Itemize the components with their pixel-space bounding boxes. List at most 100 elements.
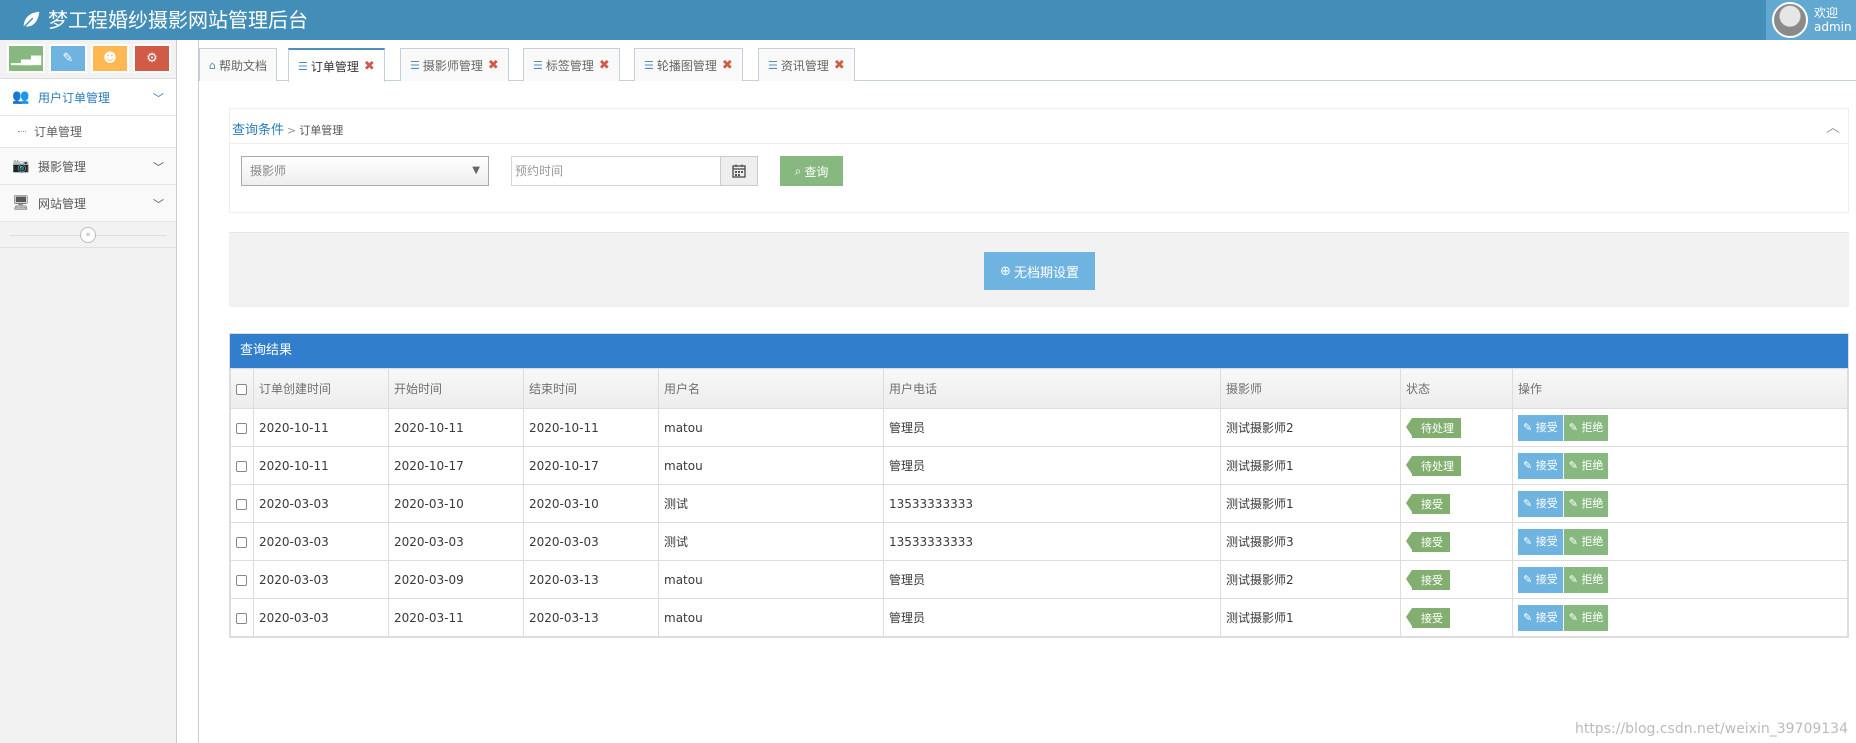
- row-checkbox[interactable]: [236, 422, 247, 434]
- select-all-checkbox[interactable]: [236, 383, 247, 395]
- stats-shortcut-button[interactable]: ▁▃▅: [7, 44, 45, 73]
- stats-icon: ▁▃▅: [11, 51, 41, 66]
- close-icon[interactable]: ✖: [488, 58, 499, 73]
- tab-tags[interactable]: ☰ 标签管理 ✖: [523, 48, 620, 81]
- accept-button[interactable]: ✎ 接受: [1518, 414, 1563, 441]
- sidebar-item-order-management[interactable]: 订单管理: [0, 116, 176, 148]
- col-created[interactable]: 订单创建时间: [253, 368, 389, 409]
- sliders-icon: ☰: [410, 58, 420, 72]
- row-checkbox[interactable]: [236, 574, 247, 586]
- top-navbar: 梦工程婚纱摄影网站管理后台 欢迎 admin: [0, 0, 1856, 40]
- chevron-down-icon: ﹀: [153, 161, 164, 174]
- edit-icon: ✎: [1568, 610, 1578, 624]
- users-icon: 👥: [12, 89, 30, 105]
- user-menu[interactable]: 欢迎 admin: [1766, 0, 1856, 40]
- table-row: 2020-03-03 2020-03-09 2020-03-13 matou 管…: [230, 560, 1848, 599]
- edit-icon: ✎: [1568, 420, 1578, 434]
- leaf-icon: [23, 11, 40, 28]
- results-panel: 查询结果 订单创建时间 开始时间 结束时间 用户名 用户电话 摄影师 状态 操作: [229, 333, 1849, 638]
- nonschedule-settings-button[interactable]: ⊕ 无档期设置: [984, 252, 1095, 290]
- tab-news[interactable]: ☰ 资讯管理 ✖: [758, 48, 855, 81]
- breadcrumb-current: 订单管理: [299, 124, 344, 137]
- caret-down-icon: ▼: [472, 165, 480, 176]
- row-checkbox[interactable]: [236, 460, 247, 472]
- edit-icon: ✎: [1523, 458, 1533, 472]
- cogs-shortcut-button[interactable]: ⚙: [133, 44, 171, 73]
- users-shortcut-button[interactable]: ☻: [91, 44, 129, 73]
- status-badge: 接受: [1406, 531, 1450, 552]
- close-icon[interactable]: ✖: [722, 58, 733, 73]
- table-row: 2020-10-11 2020-10-11 2020-10-11 matou 管…: [230, 408, 1848, 447]
- sidebar-item-photography[interactable]: 📷 摄影管理 ﹀: [0, 148, 176, 185]
- user-name: admin: [1814, 20, 1852, 34]
- accept-button[interactable]: ✎ 接受: [1518, 490, 1563, 517]
- row-checkbox[interactable]: [236, 536, 247, 548]
- sidebar: ▁▃▅ ✎ ☻ ⚙ 👥 用户订单管理 ﹀ 订单管理 📷 摄影管理 ﹀ 🖥 网站管…: [0, 40, 177, 743]
- reject-button[interactable]: ✎ 拒绝: [1563, 528, 1609, 555]
- results-title: 查询结果: [230, 334, 1848, 368]
- orders-table-body: 2020-10-11 2020-10-11 2020-10-11 matou 管…: [230, 408, 1848, 637]
- tab-bar: ⌂ 帮助文档 ☰ 订单管理 ✖ ☰ 摄影师管理 ✖ ☰ 标签管理 ✖ ☰ 轮播图…: [199, 48, 1856, 82]
- nonschedule-panel: ⊕ 无档期设置: [229, 232, 1849, 307]
- pencil-icon: ✎: [62, 51, 74, 66]
- users-icon: ☻: [103, 51, 117, 66]
- col-end[interactable]: 结束时间: [523, 368, 659, 409]
- row-checkbox[interactable]: [236, 612, 247, 624]
- table-header-row: 订单创建时间 开始时间 结束时间 用户名 用户电话 摄影师 状态 操作: [230, 368, 1848, 409]
- status-badge: 待处理: [1406, 455, 1461, 476]
- chevron-up-icon[interactable]: ︿: [1826, 117, 1840, 137]
- pencil-shortcut-button[interactable]: ✎: [49, 44, 87, 73]
- orders-table: 订单创建时间 开始时间 结束时间 用户名 用户电话 摄影师 状态 操作 2020…: [230, 368, 1848, 637]
- col-phone[interactable]: 用户电话: [883, 368, 1221, 409]
- chevron-down-icon: ﹀: [153, 198, 164, 211]
- col-start[interactable]: 开始时间: [388, 368, 524, 409]
- reject-button[interactable]: ✎ 拒绝: [1563, 490, 1609, 517]
- col-photographer[interactable]: 摄影师: [1220, 368, 1401, 409]
- row-checkbox[interactable]: [236, 498, 247, 510]
- tab-orders[interactable]: ☰ 订单管理 ✖: [288, 48, 385, 82]
- tab-photographers[interactable]: ☰ 摄影师管理 ✖: [400, 48, 509, 81]
- calendar-icon[interactable]: [720, 156, 758, 186]
- edit-icon: ✎: [1568, 458, 1578, 472]
- tab-carousel[interactable]: ☰ 轮播图管理 ✖: [634, 48, 743, 81]
- col-status[interactable]: 状态: [1400, 368, 1513, 409]
- tab-help[interactable]: ⌂ 帮助文档: [199, 48, 277, 81]
- status-badge: 接受: [1406, 569, 1450, 590]
- accept-button[interactable]: ✎ 接受: [1518, 452, 1563, 479]
- plus-circle-icon: ⊕: [1000, 263, 1011, 279]
- app-title: 梦工程婚纱摄影网站管理后台: [48, 8, 308, 32]
- reject-button[interactable]: ✎ 拒绝: [1563, 566, 1609, 593]
- watermark: https://blog.csdn.net/weixin_39709134: [1574, 721, 1848, 737]
- collapse-toggle-icon[interactable]: «: [80, 227, 96, 243]
- accept-button[interactable]: ✎ 接受: [1518, 566, 1563, 593]
- edit-icon: ✎: [1568, 496, 1578, 510]
- appointment-date-input[interactable]: 预约时间: [511, 156, 721, 186]
- col-username[interactable]: 用户名: [658, 368, 884, 409]
- photographer-select[interactable]: 摄影师 ▼: [241, 156, 489, 186]
- table-row: 2020-03-03 2020-03-11 2020-03-13 matou 管…: [230, 598, 1848, 637]
- app-brand[interactable]: 梦工程婚纱摄影网站管理后台: [20, 6, 308, 34]
- table-row: 2020-10-11 2020-10-17 2020-10-17 matou 管…: [230, 446, 1848, 485]
- accept-button[interactable]: ✎ 接受: [1518, 604, 1563, 631]
- main-content: ⌂ 帮助文档 ☰ 订单管理 ✖ ☰ 摄影师管理 ✖ ☰ 标签管理 ✖ ☰ 轮播图…: [198, 40, 1856, 743]
- query-panel: 查询条件 > 订单管理 ︿ 摄影师 ▼ 预约时间 ⌕ 查询: [229, 108, 1849, 213]
- col-actions: 操作: [1512, 368, 1848, 409]
- close-icon[interactable]: ✖: [599, 58, 610, 73]
- search-button[interactable]: ⌕ 查询: [780, 156, 843, 186]
- sliders-icon: ☰: [644, 58, 654, 72]
- edit-icon: ✎: [1523, 610, 1533, 624]
- close-icon[interactable]: ✖: [834, 58, 845, 73]
- edit-icon: ✎: [1568, 534, 1578, 548]
- sidebar-item-website[interactable]: 🖥 网站管理 ﹀: [0, 185, 176, 222]
- edit-icon: ✎: [1523, 534, 1533, 548]
- sidebar-item-user-orders[interactable]: 👥 用户订单管理 ﹀: [0, 79, 176, 116]
- reject-button[interactable]: ✎ 拒绝: [1563, 452, 1609, 479]
- home-icon: ⌂: [209, 58, 216, 72]
- cogs-icon: ⚙: [146, 51, 158, 66]
- edit-icon: ✎: [1523, 572, 1533, 586]
- breadcrumb-root[interactable]: 查询条件: [232, 123, 284, 138]
- accept-button[interactable]: ✎ 接受: [1518, 528, 1563, 555]
- reject-button[interactable]: ✎ 拒绝: [1563, 604, 1609, 631]
- reject-button[interactable]: ✎ 拒绝: [1563, 414, 1609, 441]
- close-icon[interactable]: ✖: [364, 59, 375, 74]
